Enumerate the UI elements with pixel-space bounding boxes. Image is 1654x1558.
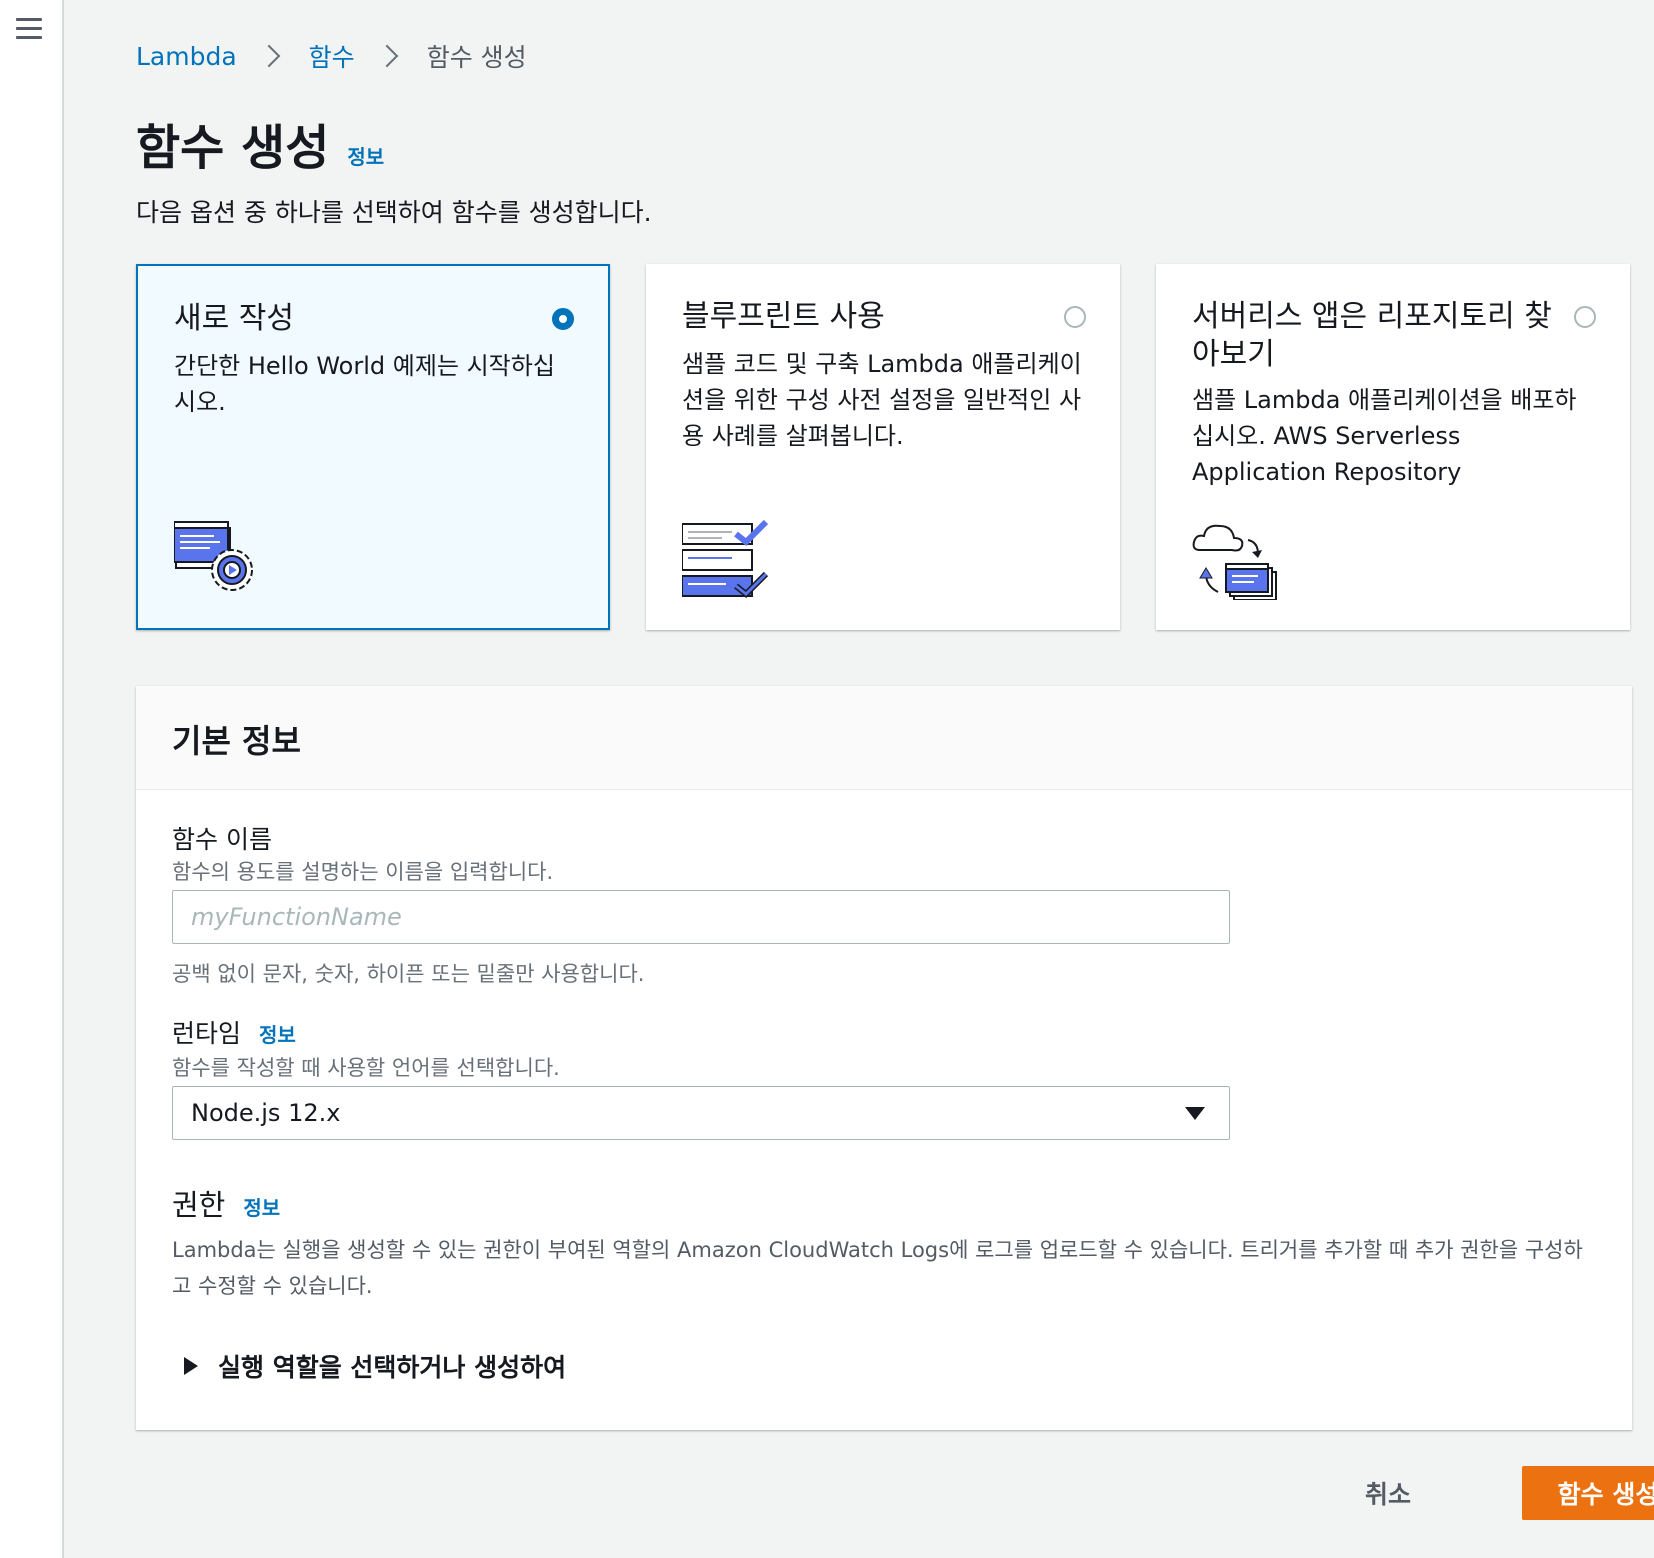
option-description: 샘플 코드 및 구축 Lambda 애플리케이션을 위한 구성 사전 설정을 일… (682, 350, 1082, 450)
execution-role-expander[interactable]: 실행 역할을 선택하거나 생성하여 (184, 1348, 566, 1384)
option-title: 블루프린트 사용 (682, 299, 885, 334)
chevron-right-icon (257, 44, 280, 68)
caret-right-icon (184, 1357, 198, 1375)
basic-info-panel: 기본 정보 함수 이름 함수의 용도를 설명하는 이름을 입력합니다. 공백 없… (136, 686, 1632, 1430)
page-title-row: 함수 생성 정보 (136, 108, 384, 178)
runtime-select[interactable]: Node.js 12.x (172, 1086, 1230, 1140)
option-radio[interactable] (1574, 306, 1596, 328)
option-description: 간단한 Hello World 예제는 시작하십시오. (174, 352, 555, 416)
runtime-selected-value: Node.js 12.x (191, 1099, 341, 1127)
function-name-description: 함수의 용도를 설명하는 이름을 입력합니다. (172, 860, 554, 884)
breadcrumb-current: 함수 생성 (426, 43, 527, 72)
execution-role-expander-label: 실행 역할을 선택하거나 생성하여 (218, 1353, 567, 1382)
function-name-input[interactable] (172, 890, 1230, 944)
runtime-label-row: 런타임 정보 (172, 1014, 296, 1050)
permissions-description: Lambda는 실행을 생성할 수 있는 권한이 부여된 역할의 Amazon … (172, 1238, 1583, 1298)
left-navigation-rail (0, 0, 64, 1558)
cancel-button[interactable]: 취소 (1328, 1466, 1448, 1520)
option-card-author-from-scratch[interactable]: 새로 작성 간단한 Hello World 예제는 시작하십시오. (136, 264, 610, 630)
function-name-label: 함수 이름 (172, 825, 272, 854)
permissions-info-link[interactable]: 정보 (243, 1192, 280, 1221)
permissions-label-row: 권한 정보 (172, 1182, 280, 1224)
blueprint-icon (681, 519, 770, 604)
panel-header: 기본 정보 (136, 686, 1632, 790)
option-description: 샘플 Lambda 애플리케이션을 배포하십시오. AWS Serverless… (1192, 386, 1577, 486)
option-card-blueprint[interactable]: 블루프린트 사용 샘플 코드 및 구축 Lambda 애플리케이션을 위한 구성… (646, 264, 1120, 630)
option-radio[interactable] (1064, 306, 1086, 328)
page-title: 함수 생성 (136, 120, 330, 176)
option-title: 서버리스 앱은 리포지토리 찾아보기 (1192, 299, 1552, 372)
breadcrumb: Lambda 함수 함수 생성 (136, 38, 527, 74)
runtime-description: 함수를 작성할 때 사용할 언어를 선택합니다. (172, 1056, 560, 1080)
breadcrumb-lambda[interactable]: Lambda (136, 42, 237, 71)
runtime-label: 런타임 (172, 1019, 242, 1048)
page-info-link[interactable]: 정보 (347, 141, 384, 170)
runtime-info-link[interactable]: 정보 (259, 1019, 296, 1048)
serverless-repo-icon (1192, 520, 1282, 604)
hamburger-menu-icon[interactable] (16, 18, 42, 42)
caret-down-icon (1185, 1107, 1205, 1120)
permissions-label: 권한 (172, 1188, 226, 1222)
option-card-serverless-repo[interactable]: 서버리스 앱은 리포지토리 찾아보기 샘플 Lambda 애플리케이션을 배포하… (1156, 264, 1630, 630)
page-intro-text: 다음 옵션 중 하나를 선택하여 함수를 생성합니다. (136, 198, 652, 227)
author-from-scratch-icon (173, 518, 260, 602)
option-radio[interactable] (552, 308, 574, 330)
chevron-right-icon (375, 44, 399, 68)
breadcrumb-functions[interactable]: 함수 (309, 38, 355, 74)
option-title: 새로 작성 (174, 301, 294, 336)
create-function-button[interactable]: 함수 생성 (1522, 1466, 1654, 1520)
main-content: Lambda 함수 함수 생성 함수 생성 정보 다음 옵션 중 하나를 선택하… (64, 0, 1654, 1558)
function-name-hint: 공백 없이 문자, 숫자, 하이픈 또는 밑줄만 사용합니다. (172, 962, 645, 986)
